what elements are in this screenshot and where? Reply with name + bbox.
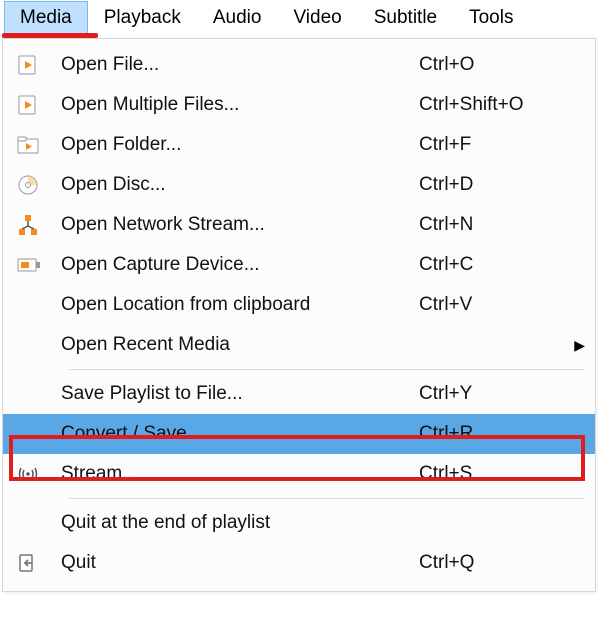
submenu-arrow-icon: ▶ [569,337,585,354]
menubar-audio[interactable]: Audio [197,1,278,35]
menu-open-folder[interactable]: Open Folder... Ctrl+F [3,125,595,165]
menu-shortcut: Ctrl+R [419,423,569,445]
menu-shortcut: Ctrl+Shift+O [419,94,569,116]
disc-icon [17,174,61,196]
menu-label: Stream... [61,463,419,485]
menubar-playback[interactable]: Playback [88,1,197,35]
menu-label: Quit at the end of playlist [61,512,419,534]
menu-label: Save Playlist to File... [61,383,419,405]
menu-label: Open Location from clipboard [61,294,419,316]
file-play-icon [17,94,61,116]
menu-label: Convert / Save... [61,423,419,445]
menu-shortcut: Ctrl+S [419,463,569,485]
menubar-video[interactable]: Video [277,1,357,35]
menubar: Media Playback Audio Video Subtitle Tool… [0,0,600,36]
menu-quit[interactable]: Quit Ctrl+Q [3,543,595,583]
quit-icon [17,552,61,574]
menu-stream[interactable]: Stream... Ctrl+S [3,454,595,494]
menu-shortcut: Ctrl+Y [419,383,569,405]
menu-open-network-stream[interactable]: Open Network Stream... Ctrl+N [3,205,595,245]
menu-label: Open Capture Device... [61,254,419,276]
menu-open-multiple-files[interactable]: Open Multiple Files... Ctrl+Shift+O [3,85,595,125]
menu-shortcut: Ctrl+O [419,54,569,76]
menu-shortcut: Ctrl+F [419,134,569,156]
menu-label: Open Disc... [61,174,419,196]
menu-shortcut: Ctrl+D [419,174,569,196]
file-play-icon [17,54,61,76]
menubar-subtitle[interactable]: Subtitle [358,1,453,35]
menu-shortcut: Ctrl+Q [419,552,569,574]
menu-divider [69,498,585,499]
menu-label: Quit [61,552,419,574]
menu-label: Open Folder... [61,134,419,156]
stream-icon [17,466,61,482]
capture-device-icon [17,256,61,274]
menu-open-recent-media[interactable]: Open Recent Media ▶ [3,325,595,365]
menu-label: Open File... [61,54,419,76]
menu-quit-end-playlist[interactable]: Quit at the end of playlist [3,503,595,543]
menu-convert-save[interactable]: Convert / Save... Ctrl+R [3,414,595,454]
menu-open-disc[interactable]: Open Disc... Ctrl+D [3,165,595,205]
menu-label: Open Recent Media [61,334,419,356]
menu-save-playlist[interactable]: Save Playlist to File... Ctrl+Y [3,374,595,414]
menu-open-capture-device[interactable]: Open Capture Device... Ctrl+C [3,245,595,285]
menu-shortcut: Ctrl+N [419,214,569,236]
menu-label: Open Network Stream... [61,214,419,236]
menu-shortcut: Ctrl+C [419,254,569,276]
menu-shortcut: Ctrl+V [419,294,569,316]
menu-open-location-clipboard[interactable]: Open Location from clipboard Ctrl+V [3,285,595,325]
menu-divider [69,369,585,370]
network-icon [17,214,61,236]
menubar-media[interactable]: Media [4,1,88,35]
menu-open-file[interactable]: Open File... Ctrl+O [3,45,595,85]
menu-label: Open Multiple Files... [61,94,419,116]
folder-play-icon [17,135,61,155]
menubar-tools[interactable]: Tools [453,1,529,35]
media-dropdown: Open File... Ctrl+O Open Multiple Files.… [2,38,596,592]
